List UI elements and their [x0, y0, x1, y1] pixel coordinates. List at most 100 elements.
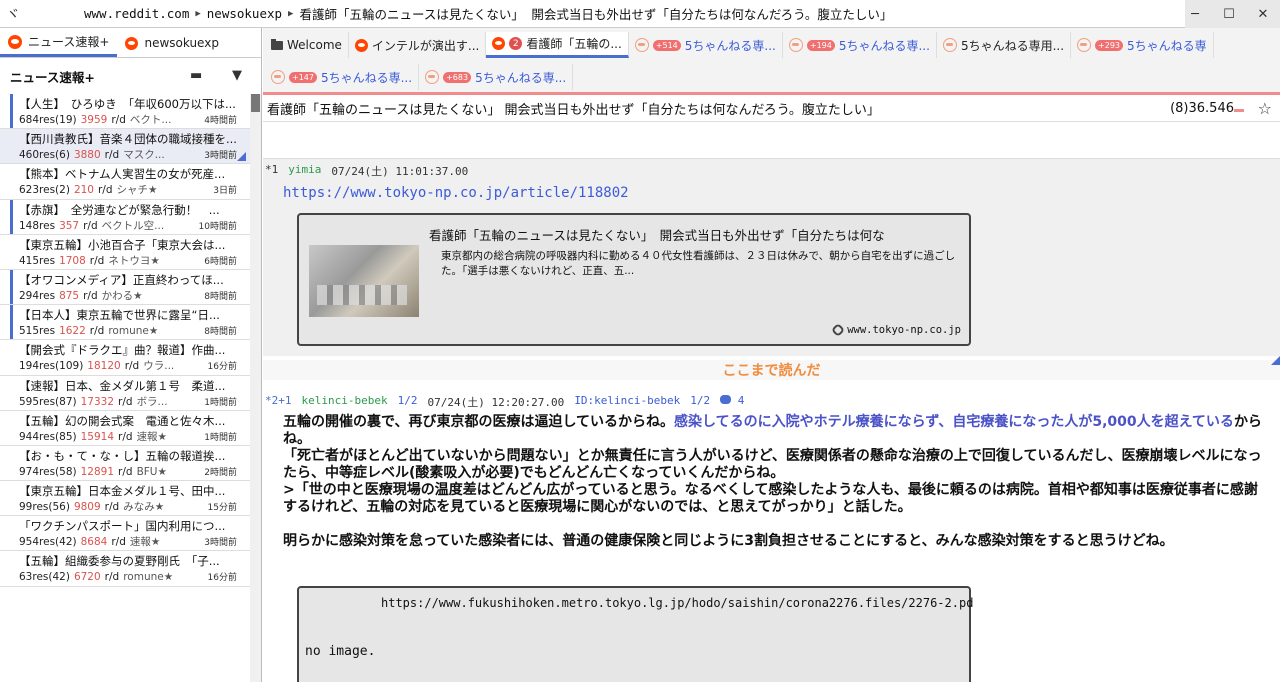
- url-board: newsokuexp: [206, 6, 283, 21]
- board-title: ニュース速報+: [10, 69, 95, 85]
- thread-item-rd: r/d: [104, 571, 120, 584]
- thread-item-rd: r/d: [111, 114, 126, 126]
- tab-label: Welcome: [287, 38, 342, 52]
- tab-label: 5ちゃんねる専用...: [960, 38, 1065, 53]
- board-tab-newsplus[interactable]: ニュース速報+: [0, 29, 118, 57]
- board-tabs: ニュース速報+ newsokuexp: [0, 28, 261, 58]
- post-1: *1 yimia 07/24(土) 11:01:37.00 https://ww…: [263, 158, 1280, 356]
- thread-tab[interactable]: +293 5ちゃんねる専: [1071, 32, 1214, 58]
- preview-domain: www.tokyo-np.co.jp: [831, 322, 961, 338]
- reply-count[interactable]: 4: [720, 394, 744, 410]
- preview-noimage: no image.: [305, 644, 376, 659]
- thread-item-author: ベクトル空...: [101, 219, 165, 232]
- thread-list-item[interactable]: 【東京五輪】日本金メダル１号、田中... 99res(56) 9809 r/d みなみ★…: [0, 481, 250, 517]
- post-number[interactable]: *2+1: [265, 394, 292, 410]
- thread-list-scrollbar[interactable]: [250, 94, 261, 682]
- favorite-star-icon[interactable]: ☆: [1258, 99, 1272, 118]
- thread-list-item[interactable]: 【五輪】組織委参与の夏野剛氏 「子... 63res(42) 6720 r/d romu…: [0, 551, 250, 587]
- thread-item-title: 【赤旗】 全労連などが緊急行動！ ...: [19, 202, 220, 217]
- thread-item-time: 1時間前: [204, 397, 237, 408]
- thread-list-item[interactable]: 【速報】日本、金メダル第１号 柔道... 595res(87) 17332 r/d ボラ…: [0, 376, 250, 411]
- link-preview-card[interactable]: 看護師「五輪のニュースは見たくない」 開会式当日も外出せず「自分たちは何な 東京…: [297, 213, 971, 346]
- scrollbar-thumb[interactable]: [251, 94, 260, 112]
- post-number[interactable]: *1: [265, 163, 278, 179]
- thread-item-author: ベクト...: [129, 114, 172, 126]
- post-author[interactable]: kelinci-bebek: [302, 394, 388, 410]
- thread-item-author: ボラ...: [136, 395, 168, 408]
- post-id[interactable]: ID:kelinci-bebek: [574, 394, 680, 410]
- post-header: *2+1 kelinci-bebek 1/2 07/24(土) 12:20:27…: [263, 390, 1280, 410]
- thread-list-item[interactable]: 【五輪】幻の開会式案 電通と佐々木... 944res(85) 15914 r/d 速報…: [0, 411, 250, 446]
- thread-list-item[interactable]: 【日本人】東京五輪で世界に露呈“日... 515res 1622 r/d romune★…: [0, 305, 250, 341]
- thread-list-item[interactable]: 【人生】 ひろゆき 「年収600万以下は... 684res(19) 3959 r/d…: [0, 94, 250, 130]
- archive-icon[interactable]: ▬: [190, 68, 202, 83]
- thread-title: 看護師「五輪のニュースは見たくない」 開会式当日も外出せず「自分たちは何なんだろ…: [267, 102, 880, 118]
- tab-label: 5ちゃんねる専...: [684, 38, 776, 53]
- tab-label: 5ちゃんねる専: [1127, 38, 1207, 53]
- maximize-button[interactable]: ☐: [1212, 0, 1246, 28]
- board-panel: ニュース速報+ newsokuexp ニュース速報+ ▬ ▼ 【人生】 ひろゆき…: [0, 28, 262, 682]
- thread-list-item[interactable]: 【熊本】ベトナム人実習生の女が死産... 623res(2) 210 r/d シャチ★ 3…: [0, 164, 250, 200]
- thread-item-rd: r/d: [118, 430, 133, 443]
- thread-item-rd: r/d: [118, 395, 133, 408]
- thread-item-res: 294res: [19, 289, 56, 302]
- thread-item-time: 8時間前: [204, 327, 237, 338]
- window-controls: ─ ☐ ✕: [1178, 0, 1280, 28]
- thread-list-item[interactable]: 【お・も・て・な・し】五輪の報道挨... 974res(58) 12891 r/d BF…: [0, 446, 250, 482]
- thread-item-meta: 515res 1622 r/d romune★ 8時間前: [19, 323, 241, 339]
- thread-tab[interactable]: 5ちゃんねる専用...: [936, 32, 1072, 58]
- thread-list-item[interactable]: 【西川貴教氏】音楽４団体の職域接種を... 460res(6) 3880 r/d マスク…: [0, 129, 250, 165]
- reddit-icon: [492, 37, 506, 50]
- close-button[interactable]: ✕: [1246, 0, 1280, 28]
- post-header: *1 yimia 07/24(土) 11:01:37.00: [263, 159, 1280, 179]
- thread-item-title: 【五輪】幻の開会式案 電通と佐々木...: [19, 413, 226, 428]
- thread-list-item[interactable]: 【赤旗】 全労連などが緊急行動！ ... 148res 357 r/d ベクトル空...…: [0, 199, 250, 235]
- window-titlebar: ヾ www.reddit.com ▶ newsokuexp ▶ 看護師「五輪のニ…: [0, 0, 1280, 28]
- thread-tab[interactable]: +514 5ちゃんねる専...: [628, 32, 783, 58]
- thread-item-title: 【東京五輪】日本金メダル１号、田中...: [19, 484, 226, 499]
- post-link-text[interactable]: 感染してるのに入院やホテル療養にならず、自宅療養になった人が5,000人を超えて…: [674, 414, 1234, 430]
- thread-list-item[interactable]: 「ワクチンパスポート」国内利用につ... 954res(42) 8684 r/d 速報★…: [0, 516, 250, 552]
- thread-item-title: 【東京五輪】小池百合子「東京大会は...: [19, 237, 226, 252]
- tab-row-2: +147 5ちゃんねる専... +683 5ちゃんねる専...: [263, 58, 1280, 90]
- thread-list-item[interactable]: 【東京五輪】小池百合子「東京大会は... 415res 1708 r/d ネトウヨ★ 6時…: [0, 235, 250, 270]
- thread-item-title: 【五輪】組織委参与の夏野剛氏 「子...: [19, 554, 220, 569]
- thread-tab[interactable]: インテルが演出す...: [348, 32, 487, 58]
- thread-item-author: BFU★: [136, 465, 167, 478]
- thread-list-item[interactable]: 【開会式『ドラクエ』曲？報道】作曲... 194res(109) 18120 r/d ウ…: [0, 340, 250, 376]
- post-link[interactable]: https://www.tokyo-np.co.jp/article/11880…: [263, 179, 1280, 201]
- thread-item-author: マスク...: [123, 149, 165, 162]
- thread-item-author: 速報★: [136, 430, 167, 443]
- thread-tab[interactable]: Welcome: [265, 32, 349, 58]
- thread-icon: [425, 70, 440, 84]
- filter-icon[interactable]: ▼: [232, 68, 242, 83]
- thread-list-item[interactable]: 【オワコンメディア】正直終わってほ... 294res 875 r/d かわる★ 8時間前: [0, 269, 250, 306]
- post-date: 07/24(土) 12:20:27.00: [427, 396, 565, 409]
- thread-item-title: 【人生】 ひろゆき 「年収600万以下は...: [19, 97, 236, 111]
- thread-item-meta: 63res(42) 6720 r/d romune★ 16分前: [19, 569, 241, 585]
- thread-tab[interactable]: +683 5ちゃんねる専...: [419, 64, 574, 90]
- minimize-button[interactable]: ─: [1178, 0, 1212, 28]
- link-icon: [831, 322, 846, 338]
- thread-item-meta: 944res(85) 15914 r/d 速報★ 1時間前: [19, 429, 241, 445]
- post-line: 「死亡者がほとんど出ていないから問題ない」とか無責任に言う人がいるけど、医療関係…: [283, 448, 1262, 481]
- post-author[interactable]: yimia: [288, 163, 321, 179]
- address-bar[interactable]: www.reddit.com ▶ newsokuexp ▶ 看護師「五輪のニュー…: [60, 4, 892, 23]
- thread-item-time: 2時間前: [204, 467, 237, 478]
- preview-title: 看護師「五輪のニュースは見たくない」 開会式当日も外出せず「自分たちは何な: [429, 228, 885, 243]
- link-preview-card[interactable]: https://www.fukushihoken.metro.tokyo.lg.…: [297, 586, 973, 682]
- thread-item-meta: 974res(58) 12891 r/d BFU★ 2時間前: [19, 464, 241, 480]
- thread-tab[interactable]: +147 5ちゃんねる専...: [265, 64, 420, 90]
- thread-item-rd: r/d: [83, 289, 98, 302]
- board-tab-newsokuexp[interactable]: newsokuexp: [117, 29, 226, 57]
- thread-tab[interactable]: +194 5ちゃんねる専...: [782, 32, 937, 58]
- post-id-count: 1/2: [690, 394, 711, 407]
- thread-icon: [942, 38, 957, 52]
- thread-tab[interactable]: 2 看護師「五輪の...: [486, 32, 629, 58]
- thread-item-rd: r/d: [89, 325, 105, 338]
- reply-count-value: 4: [737, 394, 745, 407]
- thread-item-author: みなみ★: [123, 501, 165, 514]
- thread-item-res: 623res(2): [19, 184, 70, 197]
- board-icon: [8, 34, 22, 49]
- tab-label: インテルが演出す...: [371, 38, 480, 53]
